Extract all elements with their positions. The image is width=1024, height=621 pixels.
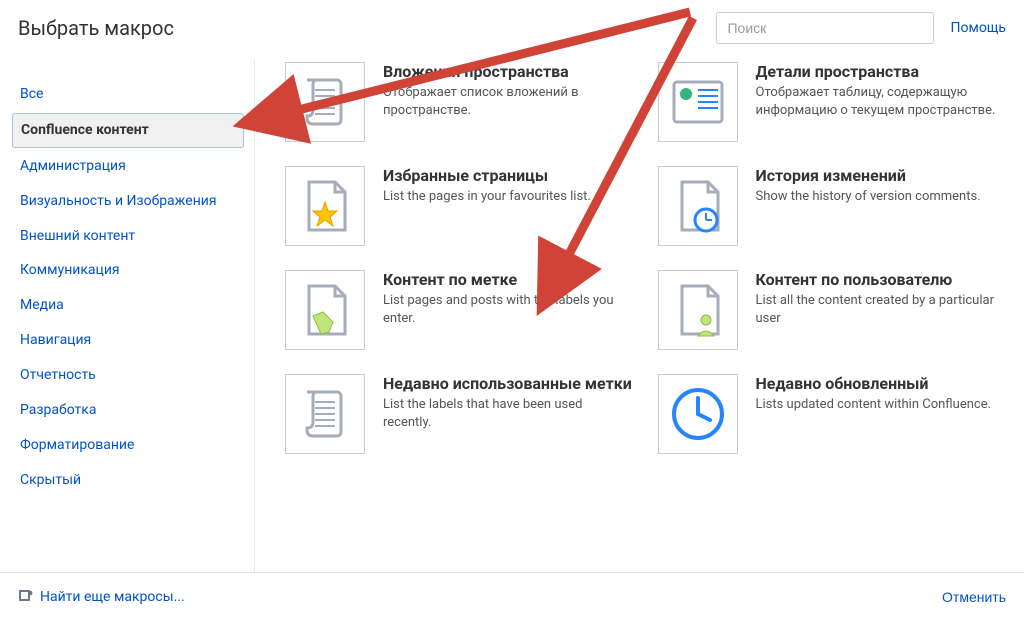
macro-item-content-by-user[interactable]: Контент по пользователюList all the cont… bbox=[658, 270, 1007, 350]
dialog-header: Выбрать макрос Помощь bbox=[0, 0, 1024, 60]
macro-title: Избранные страницы bbox=[383, 166, 634, 186]
macro-title: Детали пространства bbox=[756, 62, 1007, 82]
macro-item-space-details[interactable]: Детали пространстваОтображает таблицу, с… bbox=[658, 62, 1007, 142]
header-right: Помощь bbox=[716, 12, 1006, 44]
help-link[interactable]: Помощь bbox=[950, 20, 1006, 36]
macro-title: Вложения пространства bbox=[383, 62, 634, 82]
content-by-user-icon bbox=[658, 270, 738, 350]
space-details-icon bbox=[658, 62, 738, 142]
cancel-button[interactable]: Отменить bbox=[942, 589, 1006, 605]
dialog-footer: Найти еще макросы... Отменить bbox=[0, 573, 1024, 621]
macro-text: Контент по пользователюList all the cont… bbox=[756, 270, 1007, 350]
footer-left: Найти еще макросы... bbox=[18, 587, 185, 607]
macro-item-favorite-pages[interactable]: Избранные страницы List the pages in your… bbox=[285, 166, 634, 246]
sidebar-item-8[interactable]: Отчетность bbox=[12, 359, 244, 392]
puzzle-icon bbox=[18, 587, 34, 607]
macro-desc: List all the content created by a partic… bbox=[756, 292, 1007, 327]
macro-desc: List the labels that have been used rece… bbox=[383, 396, 634, 431]
sidebar-item-9[interactable]: Разработка bbox=[12, 394, 244, 427]
macro-text: Контент по меткеList pages and posts wit… bbox=[383, 270, 634, 350]
category-sidebar: ВсеConfluence контентАдминистрацияВизуал… bbox=[0, 60, 254, 572]
macro-browser-dialog: Выбрать макрос Помощь ВсеConfluence конт… bbox=[0, 0, 1024, 621]
macro-item-recently-updated[interactable]: Недавно обновленный Lists updated content… bbox=[658, 374, 1007, 454]
macro-desc: List the pages in your favourites list. bbox=[383, 188, 634, 206]
macro-desc: Show the history of version comments. bbox=[756, 188, 1007, 206]
macro-item-content-by-label[interactable]: Контент по меткеList pages and posts wit… bbox=[285, 270, 634, 350]
change-history-icon bbox=[658, 166, 738, 246]
sidebar-item-5[interactable]: Коммуникация bbox=[12, 254, 244, 287]
sidebar-item-7[interactable]: Навигация bbox=[12, 324, 244, 357]
macro-desc: Отображает список вложений в пространств… bbox=[383, 84, 634, 119]
favorite-pages-icon bbox=[285, 166, 365, 246]
sidebar-item-2[interactable]: Администрация bbox=[12, 150, 244, 183]
macro-title: История изменений bbox=[756, 166, 1007, 186]
content-by-label-icon bbox=[285, 270, 365, 350]
sidebar-item-0[interactable]: Все bbox=[12, 78, 244, 111]
macro-item-change-history[interactable]: История изменений Show the history of ver… bbox=[658, 166, 1007, 246]
macro-title: Контент по пользователю bbox=[756, 270, 1007, 290]
macro-text: История изменений Show the history of ver… bbox=[756, 166, 1007, 246]
macro-content[interactable]: Вложения пространстваОтображает список в… bbox=[254, 60, 1024, 572]
macro-desc: Lists updated content within Confluence. bbox=[756, 396, 1007, 414]
dialog-title: Выбрать макрос bbox=[18, 16, 174, 40]
macro-title: Недавно использованные метки bbox=[383, 374, 634, 394]
macro-grid: Вложения пространстваОтображает список в… bbox=[285, 62, 1006, 454]
macro-title: Недавно обновленный bbox=[756, 374, 1007, 394]
macro-desc: List pages and posts with the labels you… bbox=[383, 292, 634, 327]
search-input[interactable] bbox=[716, 12, 934, 44]
sidebar-item-4[interactable]: Внешний контент bbox=[12, 220, 244, 253]
sidebar-item-3[interactable]: Визуальность и Изображения bbox=[12, 185, 244, 218]
macro-title: Контент по метке bbox=[383, 270, 634, 290]
macro-text: Избранные страницы List the pages in your… bbox=[383, 166, 634, 246]
dialog-body: ВсеConfluence контентАдминистрацияВизуал… bbox=[0, 60, 1024, 573]
macro-text: Вложения пространстваОтображает список в… bbox=[383, 62, 634, 142]
sidebar-item-10[interactable]: Форматирование bbox=[12, 429, 244, 462]
find-more-macros-link[interactable]: Найти еще макросы... bbox=[40, 589, 185, 605]
attachment-list-icon bbox=[285, 62, 365, 142]
recently-updated-icon bbox=[658, 374, 738, 454]
recent-labels-icon bbox=[285, 374, 365, 454]
macro-text: Недавно обновленный Lists updated content… bbox=[756, 374, 1007, 454]
sidebar-item-1[interactable]: Confluence контент bbox=[12, 113, 244, 148]
macro-text: Детали пространстваОтображает таблицу, с… bbox=[756, 62, 1007, 142]
sidebar-item-11[interactable]: Скрытый bbox=[12, 464, 244, 497]
sidebar-item-6[interactable]: Медиа bbox=[12, 289, 244, 322]
macro-item-recent-labels[interactable]: Недавно использованные меткиList the lab… bbox=[285, 374, 634, 454]
macro-desc: Отображает таблицу, содержащую информаци… bbox=[756, 84, 1007, 119]
macro-item-attachment-list[interactable]: Вложения пространстваОтображает список в… bbox=[285, 62, 634, 142]
macro-text: Недавно использованные меткиList the lab… bbox=[383, 374, 634, 454]
